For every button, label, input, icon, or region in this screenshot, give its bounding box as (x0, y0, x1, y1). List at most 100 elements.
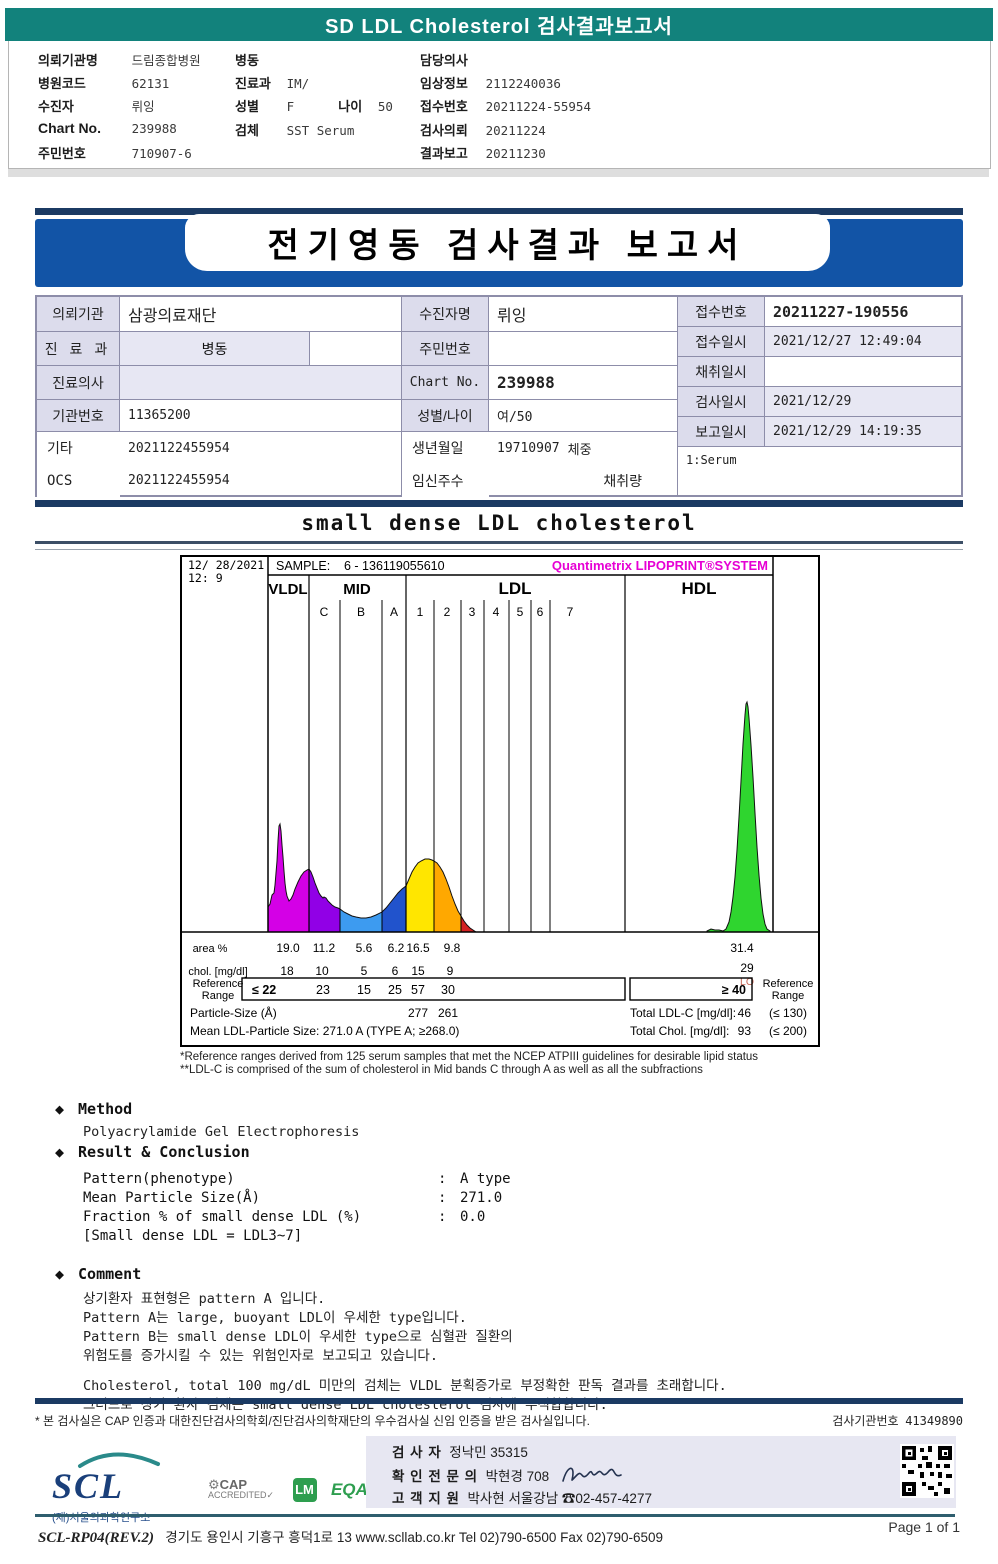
comment-heading: ◆ Comment (55, 1265, 141, 1283)
subband-label: 7 (567, 605, 574, 619)
field-label: 진료과 (235, 76, 271, 91)
field-label: 성별 (235, 99, 259, 114)
result-heading: ◆ Result & Conclusion (55, 1143, 250, 1161)
row-value (120, 366, 401, 399)
table-row: OCS 2021122455954 (37, 464, 401, 497)
lipoprint-chart: 12/ 28/2021 12: 9 SAMPLE: 6 - 1361190556… (180, 555, 820, 1047)
ref-value: 15 (357, 983, 371, 997)
patient-row: 수진자 뤼잉 (38, 96, 155, 115)
subband-label: 2 (444, 605, 451, 619)
row-value-empty (310, 332, 401, 365)
ref-label-right-1: Reference (763, 978, 814, 990)
row-label: 주민번호 (402, 332, 489, 365)
table-row: 접수번호 20211227-190556 (678, 297, 961, 326)
patient-row: 접수번호 20211224-55954 (420, 96, 591, 115)
result-value: 271.0 (460, 1190, 503, 1206)
ref-value: 25 (388, 983, 402, 997)
report-title-bar: SD LDL Cholesterol 검사결과보고서 (5, 8, 993, 41)
heading-text: Method (78, 1100, 133, 1118)
result-row: Pattern(phenotype): A type (83, 1171, 511, 1187)
row-value (489, 332, 677, 365)
field-label: 결과보고 (420, 146, 468, 161)
field-label: 병원코드 (38, 76, 86, 91)
chol-value: 10 (315, 964, 329, 978)
staff-label: 확 인 전 문 의 (392, 1469, 479, 1484)
result-label: Mean Particle Size(Å) (83, 1190, 261, 1206)
chart-datetime-2: 12: 9 (188, 571, 223, 585)
patient-row: 성별 F 나이 50 (235, 96, 393, 115)
field-value: SST Serum (286, 123, 355, 138)
report-title: SD LDL Cholesterol 검사결과보고서 (325, 16, 673, 38)
field-value: 62131 (131, 76, 170, 91)
row-label: area % (193, 943, 228, 955)
handwritten-signature (562, 1467, 622, 1482)
patient-row: 병동 (235, 50, 283, 69)
method-body: Polyacrylamide Gel Electrophoresis (83, 1124, 360, 1140)
particle-value: 261 (438, 1006, 458, 1020)
comment-line: 상기환자 표현형은 pattern A 입니다. (83, 1291, 326, 1307)
table-row: 주민번호 (402, 331, 677, 365)
row-label: 성별/나이 (402, 400, 489, 431)
row-label: 생년월일 (402, 432, 489, 464)
row-label: 진료의사 (37, 366, 120, 399)
field-label: 검사의뢰 (420, 123, 468, 138)
result-row: Mean Particle Size(Å):271.0 (83, 1190, 502, 1206)
row-label: Chart No. (402, 366, 489, 399)
particle-value: 277 (408, 1006, 428, 1020)
chol-value: 5 (361, 964, 368, 978)
table-row: 성별/나이 여/50 (402, 399, 677, 431)
field-value: F (286, 99, 295, 114)
field-value: 710907-6 (131, 146, 192, 161)
serum-note: 1:Serum (686, 453, 737, 467)
lab-number-value: 41349890 (905, 1414, 963, 1428)
patient-row: 병원코드 62131 (38, 73, 169, 92)
mean-particle-label: Mean LDL-Particle Size: 271.0 A (TYPE A;… (190, 1024, 459, 1038)
field-value: 2112240036 (485, 76, 561, 91)
order-info-table: 의뢰기관 삼광의료재단 진 료 과 병동 진료의사 기관번호 11365200 … (35, 295, 963, 497)
row-label: 진 료 과 (37, 332, 120, 365)
ref-value: 30 (441, 983, 455, 997)
patient-row: 검사의뢰 20211224 (420, 120, 546, 139)
table-row: 기타 2021122455954 (37, 431, 401, 464)
patient-row: 의뢰기관명 드림종합병원 (38, 50, 201, 69)
field-label: 의뢰기관명 (38, 53, 98, 68)
subband-label: 3 (469, 605, 476, 619)
ref-label-2: Range (202, 990, 234, 1002)
result-label: Fraction % of small dense LDL (%) (83, 1209, 362, 1225)
chart-footnote-2: **LDL-C is comprised of the sum of chole… (180, 1064, 703, 1076)
row-value: 뤼잉 (497, 308, 527, 325)
field-label: 검체 (235, 123, 259, 138)
field-value: 20211224-55954 (485, 99, 591, 114)
field-label: Chart No. (38, 120, 101, 136)
total-chol-value: 93 (738, 1024, 752, 1038)
field-label: 나이 (338, 99, 363, 114)
particle-label: Particle-Size (Å) (190, 1005, 277, 1020)
row-label: OCS (37, 464, 120, 497)
field-label: 수진자 (38, 99, 74, 114)
result-row: [Small dense LDL = LDL3~7] (83, 1228, 438, 1244)
scl-logo-sub: (재)서울의과학연구소 (52, 1512, 151, 1524)
field-label: 임상정보 (420, 76, 468, 91)
order-table-right: 접수번호 20211227-190556 접수일시 2021/12/27 12:… (678, 297, 961, 495)
row-value: 2021122455954 (128, 440, 230, 456)
certification-note: * 본 검사실은 CAP 인증과 대한진단검사의학회/진단검사의학재단의 우수검… (35, 1414, 590, 1428)
sample-label: SAMPLE: (276, 559, 330, 573)
row-label: 검사일시 (678, 387, 765, 416)
staff-row: 검 사 자 정낙민 35315 (392, 1441, 528, 1461)
subband-label: 4 (493, 605, 500, 619)
field-label: 주민번호 (38, 146, 86, 161)
staff-label: 검 사 자 (392, 1445, 442, 1460)
comment-line: Cholesterol, total 100 mg/dL 미만의 검체는 VLD… (83, 1378, 727, 1394)
order-table-middle: 수진자명 뤼잉 주민번호 Chart No. 239988 성별/나이 여/50… (402, 297, 678, 497)
row-value: 2021/12/27 12:49:04 (765, 327, 961, 356)
total-chol-label: Total Chol. [mg/dl]: (630, 1024, 729, 1038)
qr-code (900, 1444, 954, 1503)
chol-value-hdl: 29 (740, 961, 754, 975)
comment-line: 위험도를 증가시킬 수 있는 위험인자로 보고되고 있습니다. (83, 1348, 438, 1364)
area-value: 5.6 (356, 941, 373, 955)
table-row: 접수일시 2021/12/27 12:49:04 (678, 326, 961, 356)
area-value: 9.8 (444, 941, 461, 955)
table-row: 기관번호 11365200 (37, 399, 401, 431)
row-label: 수진자명 (402, 297, 489, 331)
lm-logo: LM (292, 1478, 317, 1502)
